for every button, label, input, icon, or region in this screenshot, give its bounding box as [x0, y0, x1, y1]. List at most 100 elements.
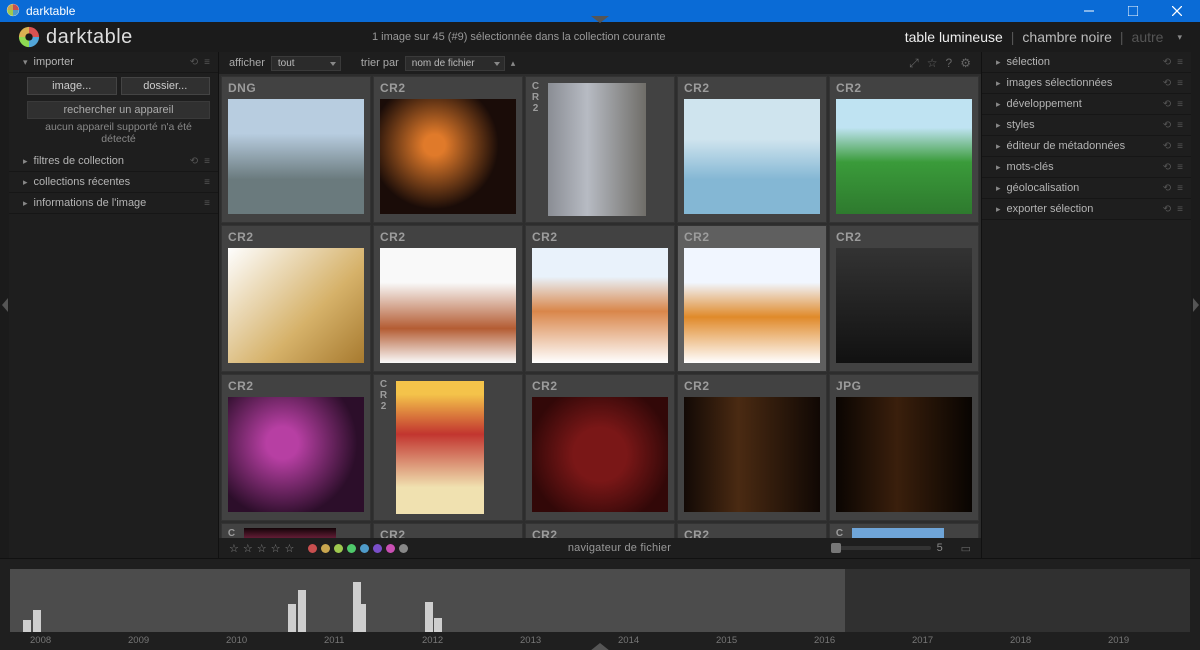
thumbnail[interactable]: CR2	[525, 225, 675, 372]
zoom-slider[interactable]	[831, 546, 931, 550]
star-icon[interactable]: ☆	[243, 542, 253, 555]
presets-icon[interactable]: ≡	[204, 57, 210, 68]
thumbnail[interactable]: DNG	[221, 76, 371, 223]
view-darkroom[interactable]: chambre noire	[1022, 29, 1112, 45]
presets-icon[interactable]: ≡	[204, 156, 210, 167]
reset-icon[interactable]: ⟲	[190, 57, 198, 68]
import-image-button[interactable]: image...	[27, 77, 117, 95]
collapse-left-icon[interactable]	[0, 52, 9, 558]
rating-stars[interactable]: ☆ ☆ ☆ ☆ ☆	[229, 542, 294, 555]
help-icon[interactable]: ?	[946, 56, 953, 70]
presets-icon[interactable]: ≡	[1177, 57, 1183, 68]
layout-mode-label[interactable]: navigateur de fichier	[414, 542, 824, 554]
view-other[interactable]: autre	[1132, 29, 1164, 45]
presets-icon[interactable]: ≡	[1177, 120, 1183, 131]
thumbnail[interactable]: CR2	[677, 225, 827, 372]
presets-icon[interactable]: ≡	[204, 177, 210, 188]
panel-géolocalisation[interactable]: ▸géolocalisation⟲≡	[982, 178, 1191, 199]
thumbnail[interactable]: CR2	[373, 523, 523, 538]
reset-icon[interactable]: ⟲	[1163, 57, 1171, 68]
reset-icon[interactable]: ⟲	[190, 156, 198, 167]
expand-icon[interactable]: ⤢	[909, 56, 919, 71]
star-icon[interactable]: ☆	[229, 542, 239, 555]
view-switcher: table lumineuse | chambre noire | autre …	[905, 29, 1182, 45]
thumbnail[interactable]: CR	[221, 523, 371, 538]
star-icon[interactable]: ☆	[257, 542, 267, 555]
thumbnail[interactable]: CR2	[829, 76, 979, 223]
panel-images-sélectionnées[interactable]: ▸images sélectionnées⟲≡	[982, 73, 1191, 94]
filetype-badge: DNG	[228, 81, 256, 95]
window-close-button[interactable]	[1160, 0, 1194, 22]
panel-éditeur-de-métadonnées[interactable]: ▸éditeur de métadonnées⟲≡	[982, 136, 1191, 157]
presets-icon[interactable]: ≡	[1177, 183, 1183, 194]
timeline[interactable]: 2008200920102011201220132014201520162017…	[0, 558, 1200, 650]
thumbnail[interactable]: CR2	[373, 76, 523, 223]
presets-icon[interactable]: ≡	[1177, 78, 1183, 89]
timeline-year-label: 2015	[716, 635, 737, 646]
reset-icon[interactable]: ⟲	[1163, 204, 1171, 215]
window-maximize-button[interactable]	[1116, 0, 1150, 22]
presets-icon[interactable]: ≡	[1177, 99, 1183, 110]
panel-styles[interactable]: ▸styles⟲≡	[982, 115, 1191, 136]
panel-import[interactable]: ▾ importer ⟲≡	[9, 52, 218, 73]
color-label-dot[interactable]	[308, 544, 317, 553]
presets-icon[interactable]: ≡	[1177, 204, 1183, 215]
color-label-dot[interactable]	[386, 544, 395, 553]
show-select[interactable]: tout	[271, 56, 341, 71]
reset-icon[interactable]: ⟲	[1163, 120, 1171, 131]
thumbnail[interactable]: CR2	[525, 523, 675, 538]
presets-icon[interactable]: ≡	[204, 198, 210, 209]
presets-icon[interactable]: ≡	[1177, 141, 1183, 152]
thumbnail[interactable]: CR2	[525, 374, 675, 521]
chevron-down-icon[interactable]: ▾	[1171, 32, 1182, 43]
sort-direction-icon[interactable]: ▴	[511, 58, 516, 69]
thumbnail[interactable]: CR2	[677, 374, 827, 521]
thumbnail[interactable]: CR2	[221, 374, 371, 521]
fullpreview-icon[interactable]: ▭	[961, 542, 971, 555]
collapse-right-icon[interactable]	[1191, 52, 1200, 558]
collapse-top-icon[interactable]	[591, 16, 609, 23]
presets-icon[interactable]: ≡	[1177, 162, 1183, 173]
panel-image-info[interactable]: ▸ informations de l'image ≡	[9, 193, 218, 214]
timeline-bar	[33, 610, 41, 632]
reset-icon[interactable]: ⟲	[1163, 162, 1171, 173]
color-label-dot[interactable]	[399, 544, 408, 553]
sort-select[interactable]: nom de fichier	[405, 56, 505, 71]
reset-icon[interactable]: ⟲	[1163, 78, 1171, 89]
star-icon[interactable]: ☆	[285, 542, 295, 555]
reset-icon[interactable]: ⟲	[1163, 99, 1171, 110]
color-labels[interactable]	[308, 544, 408, 553]
color-label-dot[interactable]	[334, 544, 343, 553]
star-icon[interactable]: ☆	[271, 542, 281, 555]
color-label-dot[interactable]	[373, 544, 382, 553]
star-icon[interactable]: ☆	[927, 56, 938, 70]
panel-mots-clés[interactable]: ▸mots-clés⟲≡	[982, 157, 1191, 178]
thumbnail-image	[684, 248, 820, 363]
color-label-dot[interactable]	[321, 544, 330, 553]
thumbnail[interactable]: CR2	[677, 76, 827, 223]
thumbnail[interactable]: CR2	[525, 76, 675, 223]
panel-exporter-sélection[interactable]: ▸exporter sélection⟲≡	[982, 199, 1191, 220]
gear-icon[interactable]: ⚙	[960, 56, 971, 70]
window-minimize-button[interactable]	[1072, 0, 1106, 22]
thumbnail[interactable]: CR2	[373, 225, 523, 372]
panel-développement[interactable]: ▸développement⟲≡	[982, 94, 1191, 115]
import-folder-button[interactable]: dossier...	[121, 77, 211, 95]
panel-sélection[interactable]: ▸sélection⟲≡	[982, 52, 1191, 73]
collapse-bottom-icon[interactable]	[590, 643, 610, 650]
thumbnail-image	[380, 248, 516, 363]
thumbnail[interactable]: CR2	[677, 523, 827, 538]
panel-recent-collections[interactable]: ▸ collections récentes ≡	[9, 172, 218, 193]
thumbnail[interactable]: CR	[829, 523, 979, 538]
reset-icon[interactable]: ⟲	[1163, 141, 1171, 152]
thumbnail[interactable]: CR2	[373, 374, 523, 521]
thumbnail[interactable]: JPG	[829, 374, 979, 521]
view-lighttable[interactable]: table lumineuse	[905, 29, 1003, 45]
reset-icon[interactable]: ⟲	[1163, 183, 1171, 194]
search-device-button[interactable]: rechercher un appareil	[27, 101, 210, 119]
thumbnail[interactable]: CR2	[221, 225, 371, 372]
panel-collection-filters[interactable]: ▸ filtres de collection ⟲≡	[9, 151, 218, 172]
thumbnail[interactable]: CR2	[829, 225, 979, 372]
color-label-dot[interactable]	[360, 544, 369, 553]
color-label-dot[interactable]	[347, 544, 356, 553]
